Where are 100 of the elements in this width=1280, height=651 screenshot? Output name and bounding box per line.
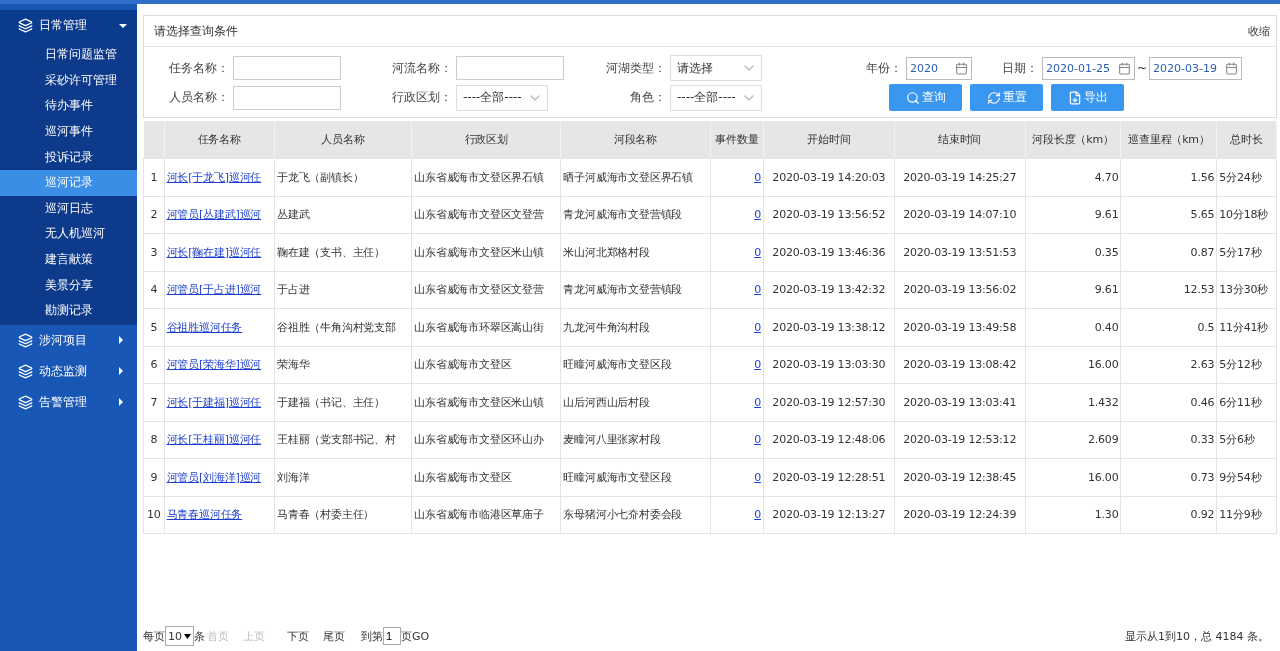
table-cell: 9.61 <box>1025 196 1121 234</box>
table-cell: 1.56 <box>1120 158 1217 196</box>
sidebar-item[interactable]: 巡河事件 <box>0 118 137 145</box>
collapse-link[interactable]: 收缩 <box>1248 23 1270 39</box>
pager-label: 到第 <box>361 628 383 644</box>
table-cell: 9.61 <box>1025 271 1121 309</box>
sidebar-item[interactable]: 日常问题监管 <box>0 42 137 68</box>
pager-link[interactable]: 尾页 <box>323 628 345 644</box>
field-label: 人员名称： <box>168 89 230 106</box>
count-link[interactable]: 0 <box>754 208 761 222</box>
group-label: 涉河项目 <box>39 331 88 349</box>
table-cell: 马青春（村委主任） <box>274 496 412 534</box>
layers-icon <box>18 18 33 33</box>
text-input[interactable] <box>233 85 341 110</box>
table-cell: 2020-03-19 12:57:30 <box>763 383 895 421</box>
table-cell: 7 <box>143 383 165 421</box>
table-cell: 0.73 <box>1120 458 1217 496</box>
table-cell: 11分9秒 <box>1216 496 1277 534</box>
table-cell: 2020-03-19 13:49:58 <box>894 308 1026 346</box>
count-link[interactable]: 0 <box>754 358 761 372</box>
table-cell: 8 <box>143 421 165 459</box>
count-link[interactable]: 0 <box>754 245 761 259</box>
text-input[interactable] <box>456 56 564 80</box>
sidebar-item[interactable]: 建言献策 <box>0 246 137 273</box>
table-cell: 2020-03-19 13:56:02 <box>894 271 1026 309</box>
table-cell: 2020-03-19 13:08:42 <box>894 346 1026 384</box>
refresh-icon <box>986 90 1001 105</box>
table-cell: 谷祖胜（牛角沟村党支部 <box>274 308 412 346</box>
column-header: 总时长 <box>1216 121 1277 159</box>
table-cell: 16.00 <box>1025 346 1121 384</box>
table-cell: 山东省威海市环翠区嵩山街 <box>411 308 561 346</box>
column-header: 任务名称 <box>164 121 275 159</box>
field-label: 日期： <box>1001 59 1039 77</box>
group-label: 动态监测 <box>39 362 88 380</box>
table-cell: 刘海洋 <box>274 458 412 496</box>
column-header: 事件数量 <box>710 121 764 159</box>
sidebar-item[interactable]: 无人机巡河 <box>0 221 137 247</box>
table-cell: 16.00 <box>1025 458 1121 496</box>
table-cell: 5 <box>143 308 165 346</box>
sidebar-item[interactable]: 巡河日志 <box>0 195 137 222</box>
table-cell: 2020-03-19 13:03:30 <box>763 346 895 384</box>
sidebar-group[interactable]: 涉河项目 <box>0 324 137 356</box>
table-cell: 2020-03-19 12:13:27 <box>763 496 895 534</box>
sidebar-group[interactable]: 告警管理 <box>0 386 137 418</box>
count-link[interactable]: 0 <box>754 283 761 297</box>
column-header: 结束时间 <box>894 121 1026 159</box>
dropdown[interactable]: ----全部---- <box>670 84 762 111</box>
sidebar-item[interactable]: 美景分享 <box>0 272 137 298</box>
count-link[interactable]: 0 <box>754 470 761 484</box>
table-cell: 2020-03-19 12:48:06 <box>763 421 895 459</box>
table-cell: 2.63 <box>1120 346 1217 384</box>
pager-link[interactable]: 下页 <box>287 628 309 644</box>
table-cell: 6 <box>143 346 165 384</box>
per-page-select[interactable]: 10 <box>165 626 194 646</box>
dropdown[interactable]: ----全部---- <box>456 84 548 111</box>
table-cell: 6分11秒 <box>1216 383 1277 421</box>
table-cell: 2020-03-19 14:20:03 <box>763 158 895 196</box>
field-label: 年份： <box>865 59 903 77</box>
date-input[interactable]: 2020-03-19 <box>1149 56 1243 80</box>
table-cell: 山后河西山后村段 <box>560 383 711 421</box>
table-cell: 2020-03-19 13:38:12 <box>763 308 895 346</box>
sidebar-group[interactable]: 日常管理 <box>0 10 137 41</box>
count-link[interactable]: 0 <box>754 433 761 447</box>
search-icon <box>905 90 920 105</box>
sidebar-item[interactable]: 待办事件 <box>0 93 137 119</box>
table-cell: 山东省威海市文登区界石镇 <box>411 158 561 196</box>
table-cell: 米山河北郑格村段 <box>560 233 711 271</box>
table-cell: 9分54秒 <box>1216 458 1277 496</box>
table-cell: 1.30 <box>1025 496 1121 534</box>
table-cell: 东母猪河小七夼村委会段 <box>560 496 711 534</box>
year-input[interactable]: 2020 <box>906 56 972 80</box>
page-input[interactable]: 1 <box>383 627 401 645</box>
field-label: 任务名称： <box>168 59 230 77</box>
count-link[interactable]: 0 <box>754 395 761 409</box>
table-cell: 2 <box>143 196 165 234</box>
count-link[interactable]: 0 <box>754 508 761 522</box>
sidebar-item[interactable]: 采砂许可管理 <box>0 67 137 94</box>
table-cell: 4.70 <box>1025 158 1121 196</box>
table-cell: 5分12秒 <box>1216 346 1277 384</box>
count-link[interactable]: 0 <box>754 320 761 334</box>
go-link[interactable]: 页GO <box>401 628 430 644</box>
range-separator: ~ <box>1136 61 1149 75</box>
table-cell: 12.53 <box>1120 271 1217 309</box>
table-cell: 0.87 <box>1120 233 1217 271</box>
column-header: 人员名称 <box>274 121 412 159</box>
table-cell: 山东省威海市文登区米山镇 <box>411 383 561 421</box>
date-input[interactable]: 2020-01-25 <box>1042 56 1135 80</box>
table-cell: 山东省威海市文登区文登营 <box>411 271 561 309</box>
calendar-icon <box>1225 61 1239 75</box>
table-cell: 4 <box>143 271 165 309</box>
text-input[interactable] <box>233 56 341 80</box>
table-cell: 晒子河威海市文登区界石镇 <box>560 158 711 196</box>
table-cell: 2020-03-19 13:03:41 <box>894 383 1026 421</box>
count-link[interactable]: 0 <box>754 170 761 184</box>
sidebar-group[interactable]: 动态监测 <box>0 355 137 387</box>
sidebar-item[interactable]: 投诉记录 <box>0 144 137 170</box>
field-label: 河流名称： <box>391 59 453 77</box>
dropdown[interactable]: 请选择 <box>670 55 762 81</box>
table-cell: 5分17秒 <box>1216 233 1277 271</box>
sidebar-item[interactable]: 勘测记录 <box>0 297 137 324</box>
